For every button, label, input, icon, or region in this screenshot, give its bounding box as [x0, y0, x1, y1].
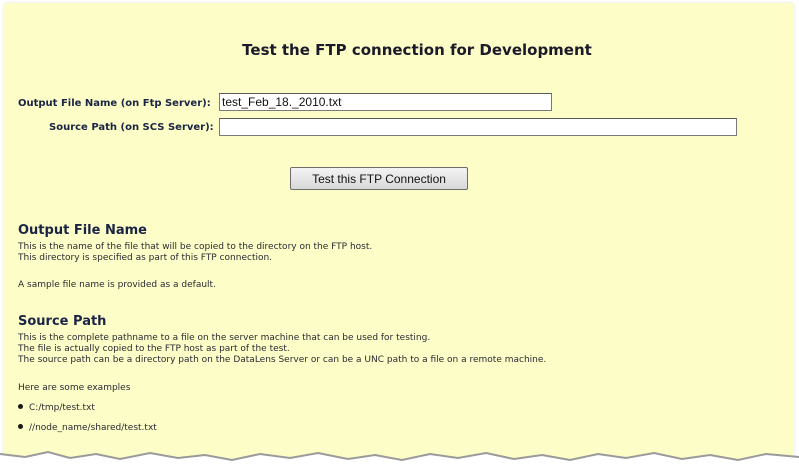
examples-intro: Here are some examples — [18, 383, 131, 393]
bullet-icon — [18, 404, 23, 409]
page-title: Test the FTP connection for Development — [242, 41, 592, 59]
test-ftp-connection-button[interactable]: Test this FTP Connection — [290, 167, 468, 190]
description-line: This directory is specified as part of t… — [18, 253, 273, 263]
description-line: The source path can be a directory path … — [18, 355, 547, 365]
list-item: //node_name/shared/test.txt — [18, 423, 157, 443]
list-item: C:/tmp/test.txt — [18, 403, 157, 423]
description-line: This is the name of the file that will b… — [18, 242, 373, 252]
page: Test the FTP connection for Development … — [0, 0, 799, 476]
source-path-description: This is the complete pathname to a file … — [18, 333, 546, 366]
source-path-heading: Source Path — [18, 314, 107, 329]
description-line: The file is actually copied to the FTP h… — [18, 344, 290, 354]
output-file-note: A sample file name is provided as a defa… — [18, 280, 216, 290]
output-file-description: This is the name of the file that will b… — [18, 242, 372, 264]
description-line: This is the complete pathname to a file … — [18, 333, 431, 343]
torn-edge-decoration — [0, 450, 799, 476]
source-path-input[interactable] — [219, 118, 737, 136]
output-file-heading: Output File Name — [18, 223, 147, 238]
output-file-input[interactable] — [219, 93, 552, 111]
examples-list: C:/tmp/test.txt //node_name/shared/test.… — [18, 403, 157, 443]
output-file-label: Output File Name (on Ftp Server): — [18, 98, 211, 109]
bullet-icon — [18, 424, 23, 429]
source-path-label: Source Path (on SCS Server): — [49, 122, 214, 133]
